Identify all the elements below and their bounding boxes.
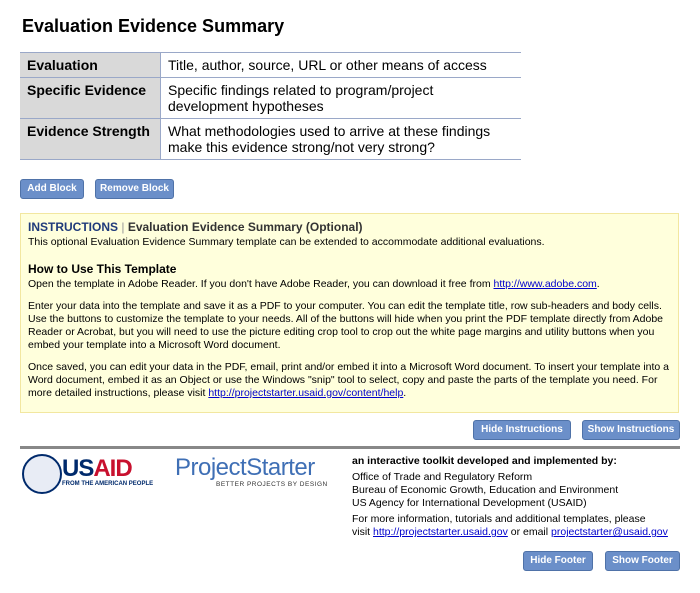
text: Open the template in Adobe Reader. If yo… [28, 278, 494, 290]
show-footer-button[interactable]: Show Footer [605, 551, 680, 571]
projectstarter-tagline: BETTER PROJECTS BY DESIGN [216, 481, 328, 488]
usaid-tagline: FROM THE AMERICAN PEOPLE [62, 481, 154, 487]
text: visit [352, 526, 373, 538]
footer-line: Bureau of Economic Growth, Education and… [352, 484, 619, 496]
instructions-p1: Open the template in Adobe Reader. If yo… [28, 278, 671, 291]
row-header[interactable]: Evidence Strength [20, 118, 161, 160]
footer-divider [20, 446, 680, 449]
email-link[interactable]: projectstarter@usaid.gov [551, 526, 668, 538]
text: . [596, 278, 600, 290]
instructions-intro: This optional Evaluation Evidence Summar… [28, 236, 545, 248]
projectstarter-link[interactable]: http://projectstarter.usaid.gov [373, 526, 508, 538]
footer-heading: an interactive toolkit developed and imp… [352, 455, 617, 467]
help-link[interactable]: http://projectstarter.usaid.gov/content/… [208, 387, 403, 399]
show-instructions-button[interactable]: Show Instructions [582, 420, 680, 440]
hide-instructions-button[interactable]: Hide Instructions [473, 420, 571, 440]
table-row: Specific Evidence Specific findings relat… [20, 77, 521, 119]
table-row: Evaluation Title, author, source, URL or … [20, 52, 521, 78]
separator: | [121, 220, 125, 234]
footer-line: Office of Trade and Regulatory Reform [352, 471, 533, 483]
instructions-p2: Enter your data into the template and sa… [28, 300, 664, 351]
row-body[interactable]: Specific findings related to program/pro… [160, 77, 521, 119]
instructions-panel: INSTRUCTIONS | Evaluation Evidence Summa… [20, 213, 679, 413]
instructions-p3: Once saved, you can edit your data in th… [28, 361, 671, 400]
row-body[interactable]: Title, author, source, URL or other mean… [160, 52, 521, 78]
text: or email [507, 526, 552, 538]
usaid-seal-icon [22, 454, 62, 494]
footer-line: US Agency for International Development … [352, 497, 587, 509]
add-block-button[interactable]: Add Block [20, 179, 84, 199]
footer-contact: visit http://projectstarter.usaid.gov or… [352, 526, 668, 539]
row-header[interactable]: Evaluation [20, 52, 161, 78]
text: . [403, 387, 407, 399]
howto-heading: How to Use This Template [28, 262, 177, 276]
footer-info: an interactive toolkit developed and imp… [352, 455, 668, 539]
adobe-link[interactable]: http://www.adobe.com [493, 278, 596, 290]
row-header[interactable]: Specific Evidence [20, 77, 161, 119]
instructions-title: Evaluation Evidence Summary (Optional) [127, 220, 363, 234]
remove-block-button[interactable]: Remove Block [95, 179, 174, 199]
instructions-label: INSTRUCTIONS [28, 220, 118, 234]
usaid-logo: USAID [62, 455, 133, 482]
table-row: Evidence Strength What methodologies used… [20, 118, 521, 160]
projectstarter-logo: ProjectStarter [175, 454, 315, 481]
page-title: Evaluation Evidence Summary [22, 16, 285, 36]
hide-footer-button[interactable]: Hide Footer [523, 551, 593, 571]
row-body[interactable]: What methodologies used to arrive at the… [160, 118, 521, 160]
footer-more: For more information, tutorials and addi… [352, 513, 646, 525]
evidence-table: Evaluation Title, author, source, URL or … [20, 52, 521, 160]
